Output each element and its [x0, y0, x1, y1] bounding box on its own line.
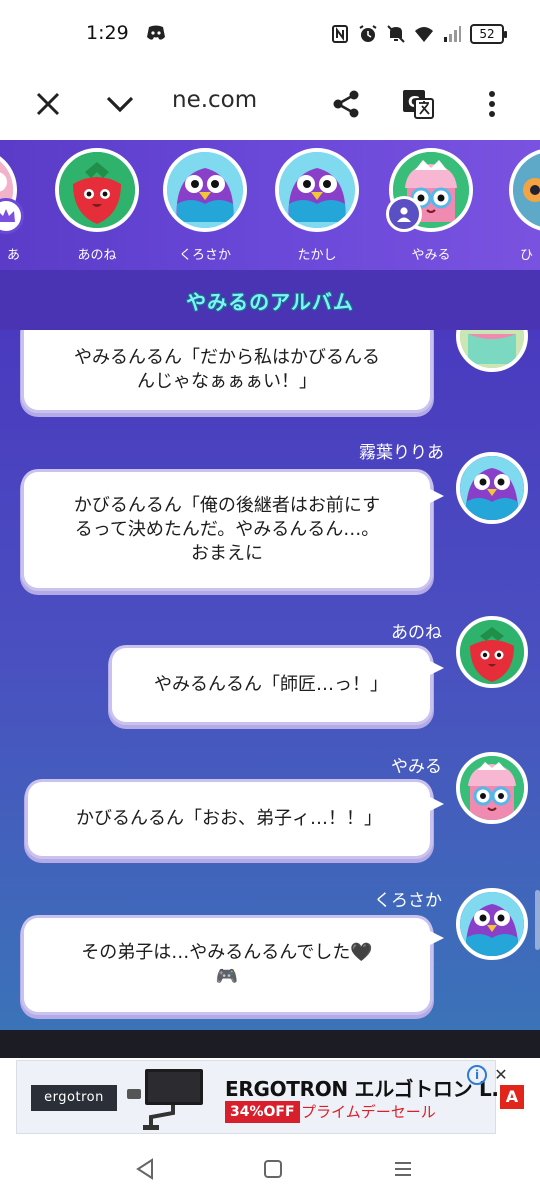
- character-name: たかし: [297, 248, 337, 263]
- share-button[interactable]: [322, 80, 370, 128]
- home-square-icon: [264, 1160, 282, 1178]
- message-text: やみるんるん「師匠…っ！」: [154, 674, 388, 695]
- user-badge-icon: [386, 196, 422, 232]
- battery-indicator: 52: [470, 24, 507, 44]
- more-options-button[interactable]: [468, 80, 516, 128]
- message-bubble: かびるんるん「俺の後継者はお前にす るって決めたんだ。やみるんるん…。 おまえに: [24, 472, 430, 588]
- close-icon: [36, 92, 60, 116]
- bubble-tail: [428, 660, 444, 676]
- system-nav-bar: [0, 1136, 540, 1200]
- album-title: やみるのアルバム: [186, 290, 354, 314]
- status-time: 1:29: [86, 22, 129, 44]
- share-icon: [333, 90, 359, 118]
- message-text: かびるんるん「俺の後継者はお前にす るって決めたんだ。やみるんるん…。 おまえに: [73, 495, 381, 564]
- ad-discount-badge: 34%OFF: [225, 1101, 300, 1123]
- status-bar: 1:29 52: [0, 0, 540, 68]
- chat-area[interactable]: やみるんるん「だから私はかびるんる んじゃなぁぁぁい！」 霧葉りりあ かびるんるん…: [0, 330, 540, 1030]
- message-text: やみるんるん「だから私はかびるんる んじゃなぁぁぁい！」: [74, 347, 380, 392]
- ad-corner-logo[interactable]: A: [500, 1085, 524, 1109]
- nfc-icon: [332, 25, 348, 43]
- purple-bird-avatar-icon[interactable]: [456, 452, 528, 524]
- character-selector: あ あのね くろさか たかし やみる ひ: [0, 140, 540, 270]
- character-name: やみる: [411, 248, 451, 263]
- sender-name: 霧葉りりあ: [359, 443, 444, 463]
- back-triangle-icon: [136, 1158, 153, 1180]
- purple-bird-avatar-icon: [163, 148, 247, 232]
- status-icons: 52: [330, 22, 507, 46]
- message-bubble: かびるんるん「おお、弟子ィ…！！」: [28, 782, 430, 856]
- message-bubble: やみるんるん「師匠…っ！」: [112, 648, 430, 722]
- menu-lines-icon: [395, 1162, 411, 1176]
- url-text[interactable]: ne.com: [172, 87, 257, 113]
- purple-bird-avatar-icon: [275, 148, 359, 232]
- recents-button[interactable]: [388, 1154, 418, 1184]
- browser-toolbar: ne.com G: [0, 68, 540, 140]
- chevron-down-icon: [106, 96, 134, 113]
- album-header: やみるのアルバム: [0, 270, 540, 330]
- translate-icon: G: [403, 90, 434, 119]
- bubble-tail: [428, 488, 444, 504]
- wifi-icon: [415, 27, 433, 42]
- monitor-arm-product-image: [127, 1069, 203, 1130]
- ad-card[interactable]: ergotron ERGOTRON エルゴトロン L... 34%OFF プライ…: [16, 1060, 514, 1134]
- ad-close-icon[interactable]: ✕: [491, 1065, 511, 1085]
- message-text: かびるんるん「おお、弟子ィ…！！」: [76, 808, 382, 829]
- sender-name: あのね: [391, 623, 442, 643]
- character-name: あのね: [77, 248, 117, 263]
- character-item[interactable]: たかし: [272, 148, 362, 263]
- character-name: あ: [6, 248, 20, 263]
- strawberry-avatar-icon[interactable]: [456, 616, 528, 688]
- character-item[interactable]: くろさか: [160, 148, 250, 263]
- bubble-tail: [428, 930, 444, 946]
- expand-button[interactable]: [96, 80, 144, 128]
- bubble-tail: [428, 796, 444, 812]
- signal-icon: [444, 26, 461, 42]
- scrollbar[interactable]: [535, 890, 540, 950]
- ad-brand-logo: ergotron: [31, 1085, 117, 1111]
- translate-button[interactable]: G: [394, 80, 442, 128]
- sender-name: やみる: [391, 757, 442, 777]
- character-name: くろさか: [178, 248, 231, 263]
- home-button[interactable]: [258, 1154, 288, 1184]
- character-item[interactable]: ひ: [506, 148, 540, 263]
- close-tab-button[interactable]: [24, 80, 72, 128]
- partial-avatar-icon: [509, 148, 540, 232]
- mute-icon: [387, 25, 405, 43]
- message-bubble: その弟子は…やみるんるんでした🖤 🎮: [24, 918, 430, 1012]
- character-item[interactable]: あのね: [52, 148, 142, 263]
- more-vert-icon: [489, 91, 495, 117]
- crown-icon: [0, 198, 24, 234]
- back-button[interactable]: [130, 1154, 160, 1184]
- character-name: ひ: [520, 248, 534, 263]
- page-footer-band: [0, 1030, 540, 1058]
- strawberry-avatar-icon: [55, 148, 139, 232]
- message-text: その弟子は…やみるんるんでした🖤 🎮: [81, 942, 373, 987]
- cupcake-avatar-icon[interactable]: [456, 330, 528, 372]
- alarm-icon: [359, 25, 377, 42]
- cupcake-avatar-icon[interactable]: [456, 752, 528, 824]
- ad-banner[interactable]: ergotron ERGOTRON エルゴトロン L... 34%OFF プライ…: [0, 1058, 540, 1136]
- discord-icon: [147, 25, 165, 40]
- purple-bird-avatar-icon[interactable]: [456, 888, 528, 960]
- ad-info-icon[interactable]: i: [467, 1065, 487, 1085]
- ad-subtext: プライムデーセール: [301, 1103, 436, 1121]
- sender-name: くろさか: [374, 891, 442, 911]
- message-bubble: やみるんるん「だから私はかびるんる んじゃなぁぁぁい！」: [24, 330, 430, 410]
